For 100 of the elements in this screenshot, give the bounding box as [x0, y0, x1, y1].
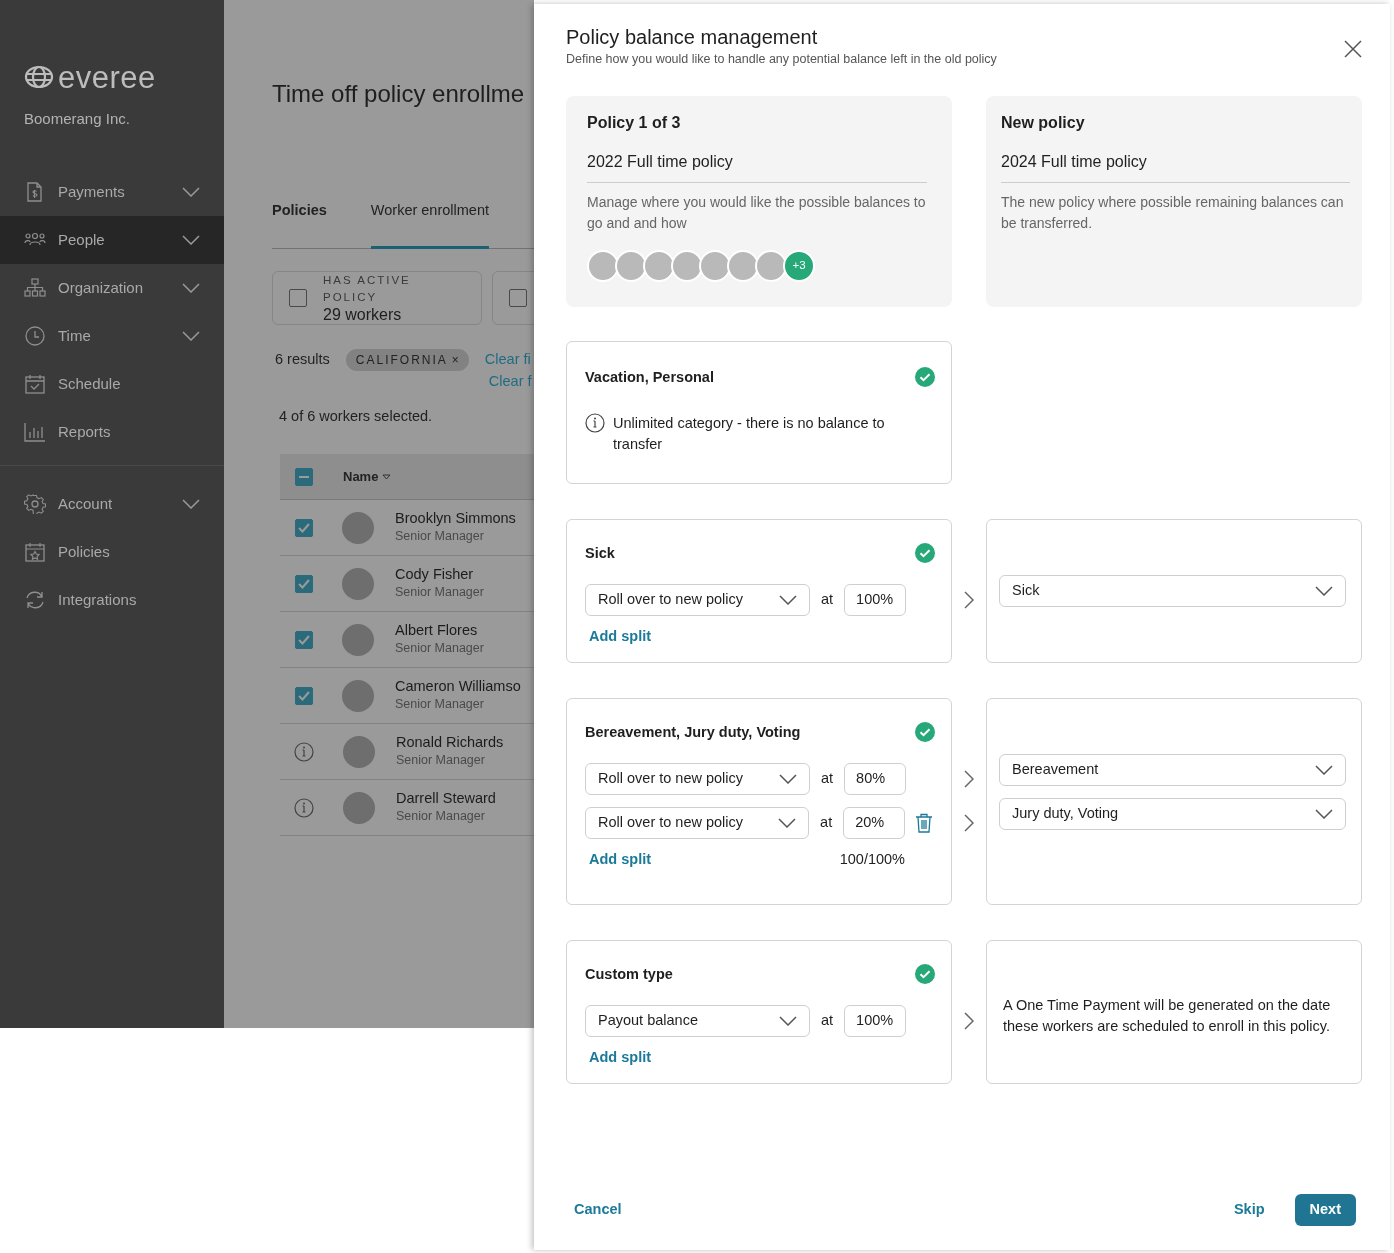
- percent-field[interactable]: 100%: [844, 1005, 907, 1038]
- action-dropdown[interactable]: Payout balance: [585, 1005, 810, 1038]
- percent-field[interactable]: 20%: [843, 806, 905, 839]
- chevron-down-icon: [1315, 585, 1333, 596]
- person-photo-placeholder: [671, 249, 703, 282]
- worker-name: Brooklyn Simmons: [395, 509, 516, 528]
- sidebar-item[interactable]: Policies: [0, 528, 224, 576]
- sidebar-item[interactable]: Integrations: [0, 576, 224, 624]
- action-dropdown[interactable]: Roll over to new policy: [585, 806, 810, 839]
- checkbox[interactable]: [509, 288, 527, 307]
- chevron-down-icon: [182, 235, 200, 245]
- percent-field[interactable]: 80%: [844, 762, 907, 795]
- at-label: at: [821, 768, 834, 788]
- worker-name: Albert Flores: [395, 621, 479, 640]
- policy-description: The new policy where possible remaining balances can be transferred.: [1001, 192, 1345, 233]
- sidebar-item[interactable]: Time: [0, 312, 224, 360]
- modal-subtitle: Define how you would like to handle any potential balance left in the old policy: [566, 51, 997, 68]
- skip-link[interactable]: Skip: [1233, 1199, 1265, 1221]
- filter-label: HAS ACTIVE POLICY: [323, 272, 412, 305]
- results-count: 6 results: [275, 349, 330, 369]
- chevron-down-icon: [1315, 808, 1333, 819]
- row-checkbox[interactable]: [295, 686, 313, 705]
- worker-role: Senior Manager: [395, 696, 485, 714]
- chevron-down-icon: [182, 283, 200, 293]
- globe-icon: [24, 65, 54, 89]
- sidebar-item[interactable]: Schedule: [0, 360, 224, 408]
- chevron-right-icon: [964, 813, 974, 832]
- person-photo-placeholder: [342, 679, 374, 712]
- chevron-down-icon: [1315, 764, 1333, 775]
- category-title: Custom type: [585, 965, 673, 985]
- worker-name: Cody Fisher: [395, 565, 475, 584]
- sidebar-item[interactable]: Account: [0, 480, 224, 528]
- worker-role: Senior Manager: [396, 808, 486, 826]
- tab[interactable]: Policies: [272, 200, 327, 249]
- policy-description: Manage where you would like the possible balances to go and and how: [587, 192, 927, 233]
- person-photo-placeholder: [343, 735, 375, 768]
- sidebar-item[interactable]: People: [0, 216, 224, 264]
- person-photo-placeholder: [342, 567, 374, 600]
- worker-role: Senior Manager: [395, 640, 484, 658]
- chevron-right-icon: [964, 1012, 974, 1031]
- category-title: Bereavement, Jury duty, Voting: [585, 722, 801, 742]
- sidebar-item[interactable]: Reports: [0, 408, 224, 456]
- percent-field[interactable]: 100%: [844, 583, 907, 616]
- name-column-header[interactable]: Name: [343, 467, 392, 487]
- chevron-right-icon: [964, 769, 974, 788]
- filter-card[interactable]: HAS ACTIVE POLICY 29 workers: [272, 270, 482, 325]
- chevron-down-icon: [182, 187, 200, 197]
- check-icon: [298, 634, 310, 645]
- next-button[interactable]: Next: [1294, 1194, 1356, 1226]
- calendar-check-icon: [24, 374, 46, 394]
- chevron-down-icon: [182, 499, 200, 509]
- info-icon: [294, 741, 314, 762]
- worker-name: Ronald Richards: [396, 733, 504, 752]
- policy-name: 2024 Full time policy: [1001, 152, 1147, 170]
- logo-text: everee: [58, 61, 156, 93]
- cancel-link[interactable]: Cancel: [574, 1199, 622, 1221]
- modal-title: Policy balance management: [566, 25, 819, 50]
- worker-role: Senior Manager: [396, 752, 486, 770]
- policy-dropdown[interactable]: Sick: [999, 574, 1346, 607]
- person-photo-placeholder: [343, 791, 375, 824]
- worker-role: Senior Manager: [395, 584, 484, 602]
- company-name: Boomerang Inc.: [24, 110, 130, 127]
- person-photo-placeholder: [342, 623, 374, 656]
- policy-name: 2022 Full time policy: [587, 152, 733, 170]
- add-split-link[interactable]: Add split: [589, 1047, 652, 1069]
- row-checkbox[interactable]: [295, 518, 313, 537]
- policy-heading: New policy: [1001, 112, 1086, 133]
- policy-heading: Policy 1 of 3: [587, 112, 682, 133]
- sidebar-item[interactable]: Organization: [0, 264, 224, 312]
- worker-name: Darrell Steward: [396, 789, 496, 808]
- sidebar-item[interactable]: Payments: [0, 168, 224, 216]
- split-total: 100/100%: [839, 849, 905, 869]
- action-dropdown[interactable]: Roll over to new policy: [585, 583, 810, 616]
- row-checkbox[interactable]: [295, 574, 313, 593]
- action-dropdown[interactable]: Roll over to new policy: [585, 762, 810, 795]
- gear-icon: [24, 494, 46, 514]
- checkbox[interactable]: [289, 288, 307, 307]
- tab[interactable]: Worker enrollment: [370, 200, 489, 249]
- info-note: Unlimited category - there is no balance to transfer: [613, 413, 886, 454]
- add-split-link[interactable]: Add split: [589, 625, 652, 648]
- person-photo-placeholder: [755, 249, 787, 282]
- refresh-icon: [24, 590, 46, 610]
- close-icon: [1344, 39, 1362, 58]
- policy-dropdown[interactable]: Jury duty, Voting: [999, 797, 1346, 830]
- category-title: Sick: [585, 543, 615, 563]
- payout-note: A One Time Payment will be generated on the date these workers are scheduled to enroll in this policy.: [1003, 996, 1332, 1037]
- select-all-checkbox[interactable]: [295, 467, 313, 486]
- category-title: Vacation, Personal: [585, 367, 714, 387]
- person-photo-placeholder: [342, 511, 374, 544]
- policy-dropdown[interactable]: Bereavement: [999, 753, 1346, 786]
- close-icon[interactable]: ×: [451, 350, 459, 369]
- check-icon: [298, 578, 310, 589]
- add-split-link[interactable]: Add split: [589, 848, 652, 871]
- at-label: at: [821, 1011, 834, 1031]
- row-checkbox[interactable]: [295, 630, 313, 649]
- selection-summary: 4 of 6 workers selected.: [279, 408, 433, 425]
- person-photo-placeholder: [727, 249, 759, 282]
- filter-chip[interactable]: CALIFORNIA ×: [345, 348, 469, 371]
- clock-icon: [24, 326, 46, 346]
- chevron-down-icon: [779, 773, 797, 784]
